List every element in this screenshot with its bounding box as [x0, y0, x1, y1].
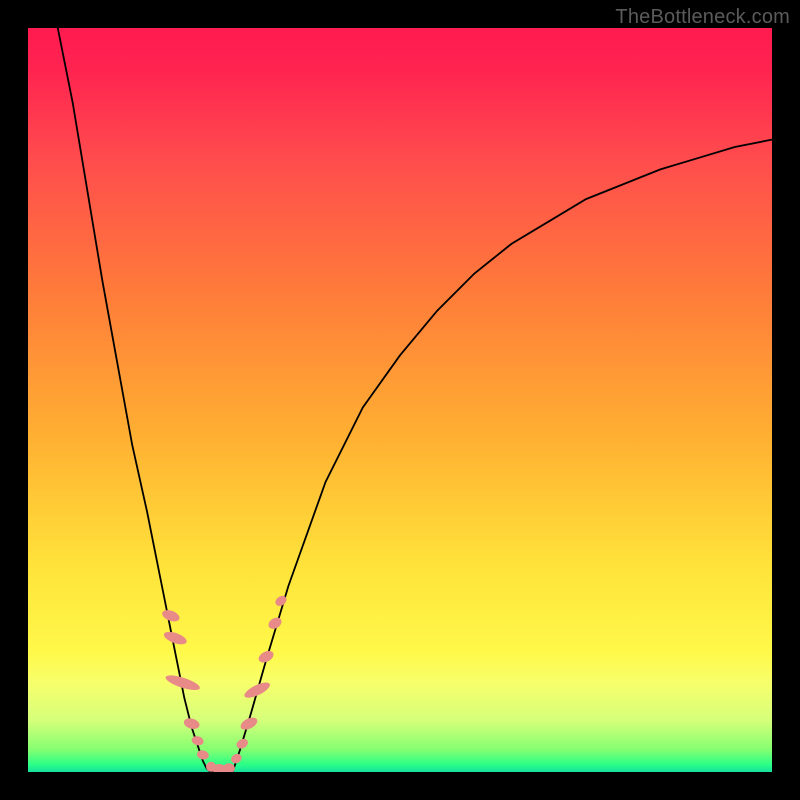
- left-bead-low: [196, 749, 210, 760]
- curve-left-branch: [58, 28, 211, 772]
- left-bead-mid-2: [191, 735, 205, 747]
- chart-plot-area: [28, 28, 772, 772]
- right-bead-long: [242, 680, 272, 701]
- curve-beads-group: [161, 594, 289, 772]
- chart-frame: TheBottleneck.com: [0, 0, 800, 800]
- watermark-text: TheBottleneck.com: [615, 6, 790, 29]
- right-bead-low-1: [229, 752, 243, 765]
- right-bead-low-2: [235, 737, 250, 751]
- left-bead-mid-1: [183, 717, 201, 731]
- floor-bead-right: [223, 763, 235, 772]
- chart-svg: [28, 28, 772, 772]
- left-bead-high-2: [162, 629, 188, 647]
- curve-right-branch: [233, 140, 772, 772]
- left-bead-high-1: [161, 608, 181, 624]
